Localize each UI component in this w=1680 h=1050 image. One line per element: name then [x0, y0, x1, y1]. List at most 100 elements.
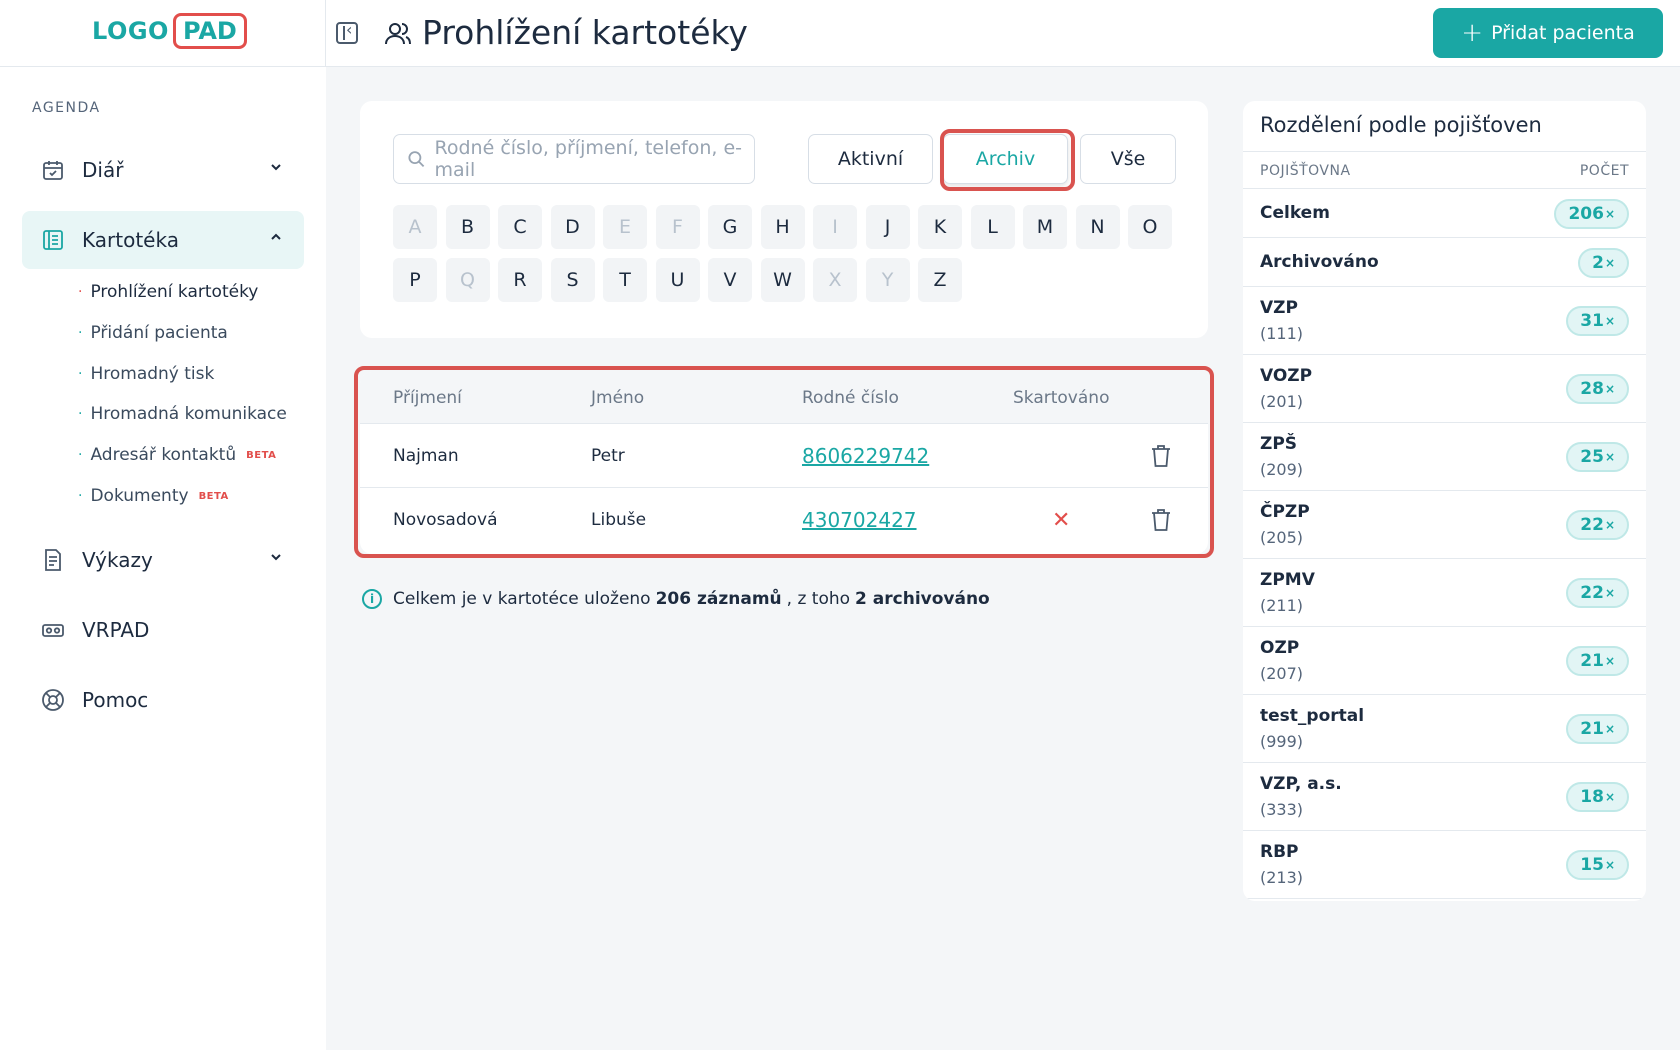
letter-filter-z[interactable]: Z: [918, 258, 962, 302]
sidebar-item-pomoc[interactable]: Pomoc: [22, 671, 304, 729]
sidebar-item-vrpad[interactable]: VRPAD: [22, 601, 304, 659]
logo[interactable]: LOGO PAD: [92, 13, 247, 49]
letter-filter-g[interactable]: G: [708, 205, 752, 249]
letter-filter-q: Q: [445, 258, 490, 302]
insurance-row: ZPŠ (209) 25 ×: [1243, 423, 1646, 491]
count-suffix: ×: [1604, 314, 1615, 328]
insurance-row: OZP (207) 21 ×: [1243, 627, 1646, 695]
count-badge: 28 ×: [1566, 374, 1629, 404]
insurance-row: VZP, a.s. (333) 18 ×: [1243, 763, 1646, 831]
chevron-up-icon: [271, 233, 281, 240]
letter-filter-s[interactable]: S: [550, 258, 595, 302]
table-row[interactable]: Najman Petr 8606229742: [360, 424, 1208, 488]
letter-filter-k[interactable]: K: [918, 205, 962, 249]
count-suffix: ×: [1604, 255, 1615, 270]
insurer-name: ZPMV: [1260, 570, 1315, 590]
sidebar-item-label: Pomoc: [82, 688, 149, 712]
letter-filter-t[interactable]: T: [603, 258, 647, 302]
patients-table: Příjmení Jméno Rodné číslo Skartováno Na…: [360, 372, 1208, 554]
trash-icon[interactable]: [1150, 444, 1172, 468]
bullet-icon: ·: [78, 488, 83, 504]
filter-archiv-button[interactable]: Archiv: [943, 134, 1068, 184]
count-badge: 22 ×: [1566, 510, 1629, 540]
filter-vse-button[interactable]: Vše: [1080, 134, 1176, 184]
column-header-insurer: POJIŠŤOVNA: [1260, 163, 1351, 179]
column-header-name[interactable]: Jméno: [591, 372, 644, 423]
insurer-code: (205): [1260, 528, 1304, 547]
letter-filter-u[interactable]: U: [655, 258, 700, 302]
cell-name: Petr: [591, 445, 625, 466]
letter-filter-a: A: [393, 205, 437, 249]
column-header-birth-number[interactable]: Rodné číslo: [802, 372, 899, 423]
count-badge: 31 ×: [1566, 306, 1629, 336]
search-placeholder: Rodné číslo, příjmení, telefon, e-mail: [434, 137, 743, 181]
count-badge: 2 ×: [1578, 247, 1629, 278]
letter-filter-c[interactable]: C: [498, 205, 542, 249]
insurer-code: (207): [1260, 664, 1304, 683]
info-summary: i Celkem je v kartotéce uloženo 206 zázn…: [362, 589, 995, 609]
trash-icon[interactable]: [1150, 508, 1172, 532]
column-header-surname[interactable]: Příjmení: [393, 372, 462, 423]
insurance-row: VZP (111) 31 ×: [1243, 287, 1646, 355]
sidebar-item-diar[interactable]: Diář: [22, 141, 304, 199]
letter-filter-n[interactable]: N: [1075, 205, 1120, 249]
count-suffix: ×: [1604, 858, 1615, 872]
sidebar-item-label: VRPAD: [82, 618, 150, 642]
count-value: 206: [1568, 203, 1604, 224]
subnav-label: Adresář kontaktů: [90, 445, 237, 465]
letter-filter-r[interactable]: R: [498, 258, 542, 302]
bullet-icon: ·: [78, 406, 83, 422]
subnav-hromadna-komunikace[interactable]: · Hromadná komunikace: [78, 404, 287, 424]
search-input[interactable]: Rodné číslo, příjmení, telefon, e-mail: [393, 134, 755, 184]
insurer-code: (999): [1260, 732, 1304, 751]
letter-filter-p[interactable]: P: [393, 258, 437, 302]
letter-filter-d[interactable]: D: [550, 205, 595, 249]
bullet-icon: ·: [78, 325, 83, 341]
top-header: LOGO PAD Prohlížení kartotéky + Přidat p…: [0, 0, 1680, 67]
letter-filter-l[interactable]: L: [970, 205, 1015, 249]
letter-filter-j[interactable]: J: [865, 205, 910, 249]
insurer-name: OZP: [1260, 638, 1300, 658]
insurer-code: (211): [1260, 596, 1304, 615]
cell-surname: Najman: [393, 445, 459, 466]
table-row[interactable]: Novosadová Libuše 430702427 ✕: [360, 488, 1208, 552]
info-archived: 2 archivováno: [855, 589, 990, 609]
subnav-prohlizeni-kartoteky[interactable]: · Prohlížení kartotéky: [78, 282, 258, 302]
insurer-name: ČPZP: [1260, 502, 1310, 522]
subnav-adresar-kontaktu[interactable]: · Adresář kontaktů BETA: [78, 445, 276, 465]
subnav-label: Dokumenty: [90, 486, 189, 506]
subnav-label: Hromadný tisk: [90, 364, 215, 384]
lifebuoy-icon: [42, 689, 64, 711]
subnav-hromadny-tisk[interactable]: · Hromadný tisk: [78, 364, 214, 384]
letter-filter-o[interactable]: O: [1128, 205, 1172, 249]
sidebar-item-vykazy[interactable]: Výkazy: [22, 531, 304, 589]
birth-number-link[interactable]: 430702427: [802, 488, 917, 552]
search-icon: [408, 151, 425, 167]
column-header-count: POČET: [1579, 163, 1629, 179]
sidebar-item-kartoteka[interactable]: Kartotéka: [22, 211, 304, 269]
filter-aktivni-button[interactable]: Aktivní: [808, 134, 933, 184]
letter-filter-m[interactable]: M: [1023, 205, 1067, 249]
count-value: 21: [1580, 719, 1604, 739]
letter-filter-h[interactable]: H: [760, 205, 805, 249]
count-value: 21: [1580, 651, 1604, 671]
collapse-sidebar-icon[interactable]: [336, 20, 358, 44]
letter-filter-w[interactable]: W: [760, 258, 805, 302]
subnav-pridani-pacienta[interactable]: · Přidání pacienta: [78, 323, 228, 343]
subnav-label: Přidání pacienta: [90, 323, 228, 343]
bullet-icon: ·: [78, 366, 83, 382]
letter-filter-b[interactable]: B: [445, 205, 490, 249]
search-card: Rodné číslo, příjmení, telefon, e-mail A…: [360, 101, 1208, 338]
insurer-code: (201): [1260, 392, 1304, 411]
insurance-card: Rozdělení podle pojišťoven POJIŠŤOVNA PO…: [1243, 101, 1646, 901]
column-header-shredded[interactable]: Skartováno: [1013, 372, 1109, 423]
add-patient-button[interactable]: + Přidat pacienta: [1433, 8, 1663, 58]
letter-filter-v[interactable]: V: [708, 258, 752, 302]
calendar-icon: [43, 161, 63, 180]
count-badge: 22 ×: [1566, 578, 1629, 608]
logo-text-left: LOGO: [92, 17, 169, 45]
subnav-dokumenty[interactable]: · Dokumenty BETA: [78, 486, 229, 506]
folder-list-icon: [43, 230, 63, 250]
birth-number-link[interactable]: 8606229742: [802, 424, 929, 487]
insurer-code: (209): [1260, 460, 1304, 479]
